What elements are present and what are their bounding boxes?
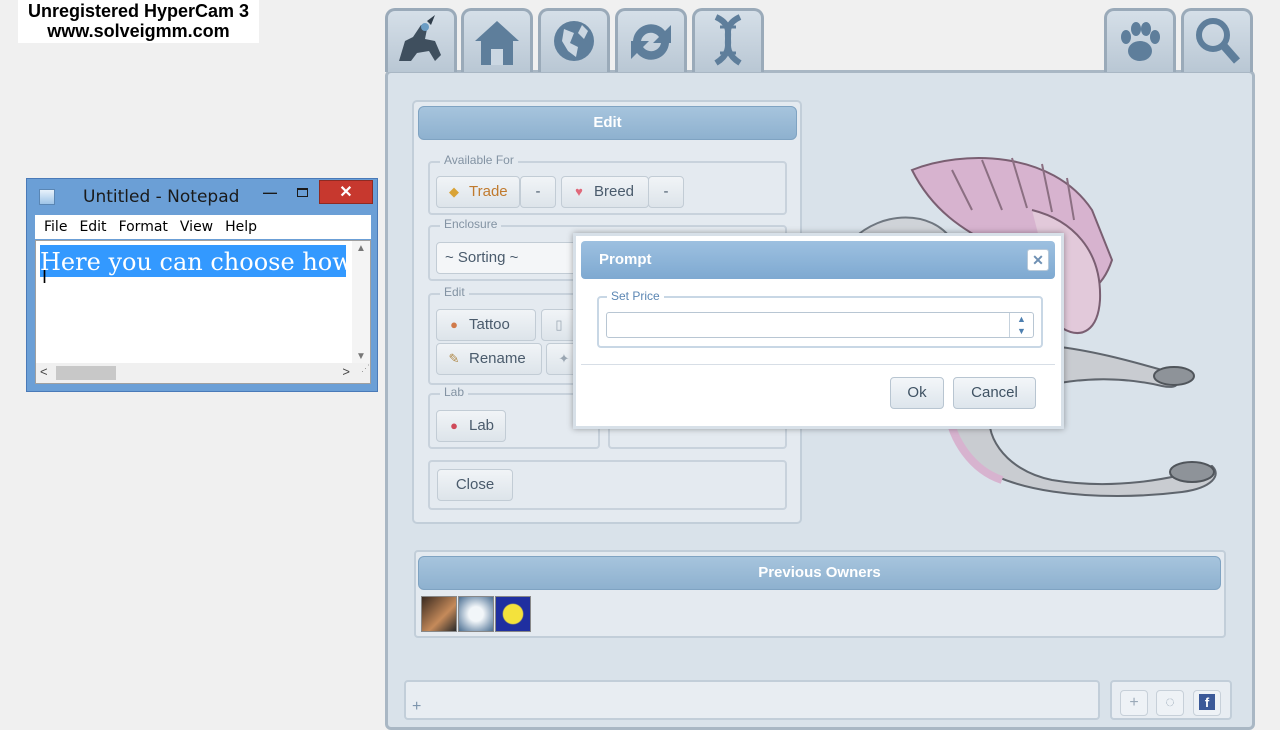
facebook-button[interactable]: f	[1193, 690, 1221, 716]
scroll-down-icon[interactable]: ▼	[352, 351, 370, 362]
notepad-text-area[interactable]: Here you can choose how I ▲ ▼ < > ⋰	[35, 240, 371, 384]
rename-label: Rename	[469, 350, 526, 367]
previous-owners-header: Previous Owners	[418, 556, 1221, 590]
scroll-up-icon[interactable]: ▲	[352, 243, 370, 254]
nav-tab-paw[interactable]	[1104, 8, 1176, 72]
lab-legend: Lab	[440, 385, 469, 399]
heart-icon: ♥	[575, 184, 583, 199]
notepad-title: Untitled - Notepad	[83, 187, 240, 207]
chat-button[interactable]: ◌	[1156, 690, 1184, 716]
notepad-titlebar[interactable]: Untitled - Notepad — ✕	[27, 179, 377, 213]
prompt-title[interactable]: Prompt	[581, 241, 1055, 279]
selected-text[interactable]: Here you can choose how	[40, 245, 346, 277]
owner-avatar[interactable]	[495, 596, 531, 632]
scroll-right-icon[interactable]: >	[342, 364, 350, 379]
rename-button[interactable]: ✎ Rename	[436, 343, 542, 375]
text-cursor-icon: I	[42, 267, 48, 287]
notepad-menubar: File Edit Format View Help	[35, 215, 371, 239]
palette-icon: ●	[450, 317, 458, 332]
spin-up-icon[interactable]: ▲	[1010, 313, 1033, 325]
lab-button[interactable]: ● Lab	[436, 410, 506, 442]
cancel-button[interactable]: Cancel	[953, 377, 1036, 409]
coins-icon: ◆	[449, 184, 459, 199]
minimize-button[interactable]: —	[255, 181, 285, 205]
nav-tab-refresh[interactable]	[615, 8, 687, 72]
close-button[interactable]: ✕	[319, 180, 373, 204]
menu-file[interactable]: File	[35, 215, 72, 235]
price-spinner[interactable]: ▲ ▼	[1009, 313, 1033, 337]
vertical-scrollbar[interactable]: ▲ ▼	[352, 241, 370, 364]
nav-tab-dna[interactable]	[692, 8, 764, 72]
dialog-divider	[581, 364, 1055, 365]
trade-label: Trade	[469, 183, 508, 200]
nav-tab-pet[interactable]	[385, 8, 457, 72]
edit-header: Edit	[418, 106, 797, 140]
nav-tab-search[interactable]	[1181, 8, 1253, 72]
scroll-thumb[interactable]	[56, 366, 116, 380]
menu-view[interactable]: View	[175, 215, 218, 235]
facebook-icon: f	[1199, 694, 1215, 710]
search-icon	[1196, 18, 1241, 64]
price-input[interactable]: ▲ ▼	[606, 312, 1034, 338]
maximize-icon	[296, 188, 308, 197]
horizontal-scrollbar[interactable]: < >	[36, 363, 354, 383]
spin-down-icon[interactable]: ▼	[1010, 325, 1033, 337]
watermark-url: www.solveigmm.com	[47, 21, 230, 41]
breed-label: Breed	[594, 183, 635, 200]
close-panel-label: Close	[455, 476, 495, 493]
trade-dropdown-label: -	[535, 183, 541, 200]
pet-icon	[399, 15, 441, 61]
owner-avatar[interactable]	[458, 596, 494, 632]
watermark-title: Unregistered HyperCam 3	[27, 1, 250, 21]
trade-button[interactable]: ◆ Trade	[436, 176, 520, 208]
dna-icon	[714, 14, 742, 66]
home-icon	[475, 21, 519, 65]
available-for-legend: Available For	[440, 153, 518, 167]
notepad-window: Untitled - Notepad — ✕ File Edit Format Vie…	[26, 178, 378, 392]
tattoo-label: Tattoo	[469, 316, 510, 333]
globe-icon	[554, 21, 594, 61]
pencil-icon: ✎	[448, 351, 460, 366]
chat-icon: ◌	[1165, 694, 1175, 711]
notepad-app-icon	[39, 189, 55, 205]
refresh-icon	[631, 24, 671, 60]
menu-help[interactable]: Help	[220, 215, 262, 235]
breed-dropdown[interactable]: -	[648, 176, 684, 208]
menu-format[interactable]: Format	[114, 215, 173, 235]
menu-edit[interactable]: Edit	[74, 215, 111, 235]
owner-avatar[interactable]	[421, 596, 457, 632]
edit-legend: Edit	[440, 285, 469, 299]
comment-bar[interactable]: +	[404, 680, 1100, 720]
flask-icon: ●	[450, 418, 458, 433]
prompt-dialog: Prompt ✕ Set Price ▲ ▼ Ok Cancel	[573, 233, 1064, 429]
set-price-group: Set Price ▲ ▼	[597, 289, 1043, 348]
breed-button[interactable]: ♥ Breed	[561, 176, 649, 208]
enclosure-select-value: ~ Sorting ~	[445, 249, 519, 266]
set-price-legend: Set Price	[607, 289, 664, 303]
close-icon[interactable]: ✕	[1027, 249, 1049, 271]
enclosure-legend: Enclosure	[440, 217, 502, 231]
tattoo-button[interactable]: ● Tattoo	[436, 309, 536, 341]
resize-grip-icon[interactable]: ⋰	[352, 363, 370, 383]
tag-icon: ✦	[558, 351, 570, 366]
lab-label: Lab	[469, 417, 495, 434]
nav-tab-globe[interactable]	[538, 8, 610, 72]
scroll-left-icon[interactable]: <	[40, 364, 48, 379]
close-panel-button[interactable]: Close	[437, 469, 513, 501]
trade-dropdown[interactable]: -	[520, 176, 556, 208]
maximize-button[interactable]	[287, 181, 317, 205]
add-comment-icon[interactable]: +	[412, 698, 421, 716]
document-icon: ▯	[555, 317, 563, 332]
ok-button[interactable]: Ok	[890, 377, 944, 409]
plus-icon: +	[1129, 694, 1139, 711]
recorder-watermark: Unregistered HyperCam 3 www.solveigmm.co…	[18, 0, 259, 43]
plus-button[interactable]: +	[1120, 690, 1148, 716]
nav-tab-home[interactable]	[461, 8, 533, 72]
paw-icon	[1121, 22, 1160, 61]
enclosure-select[interactable]: ~ Sorting ~	[436, 242, 586, 274]
breed-dropdown-label: -	[663, 183, 669, 200]
